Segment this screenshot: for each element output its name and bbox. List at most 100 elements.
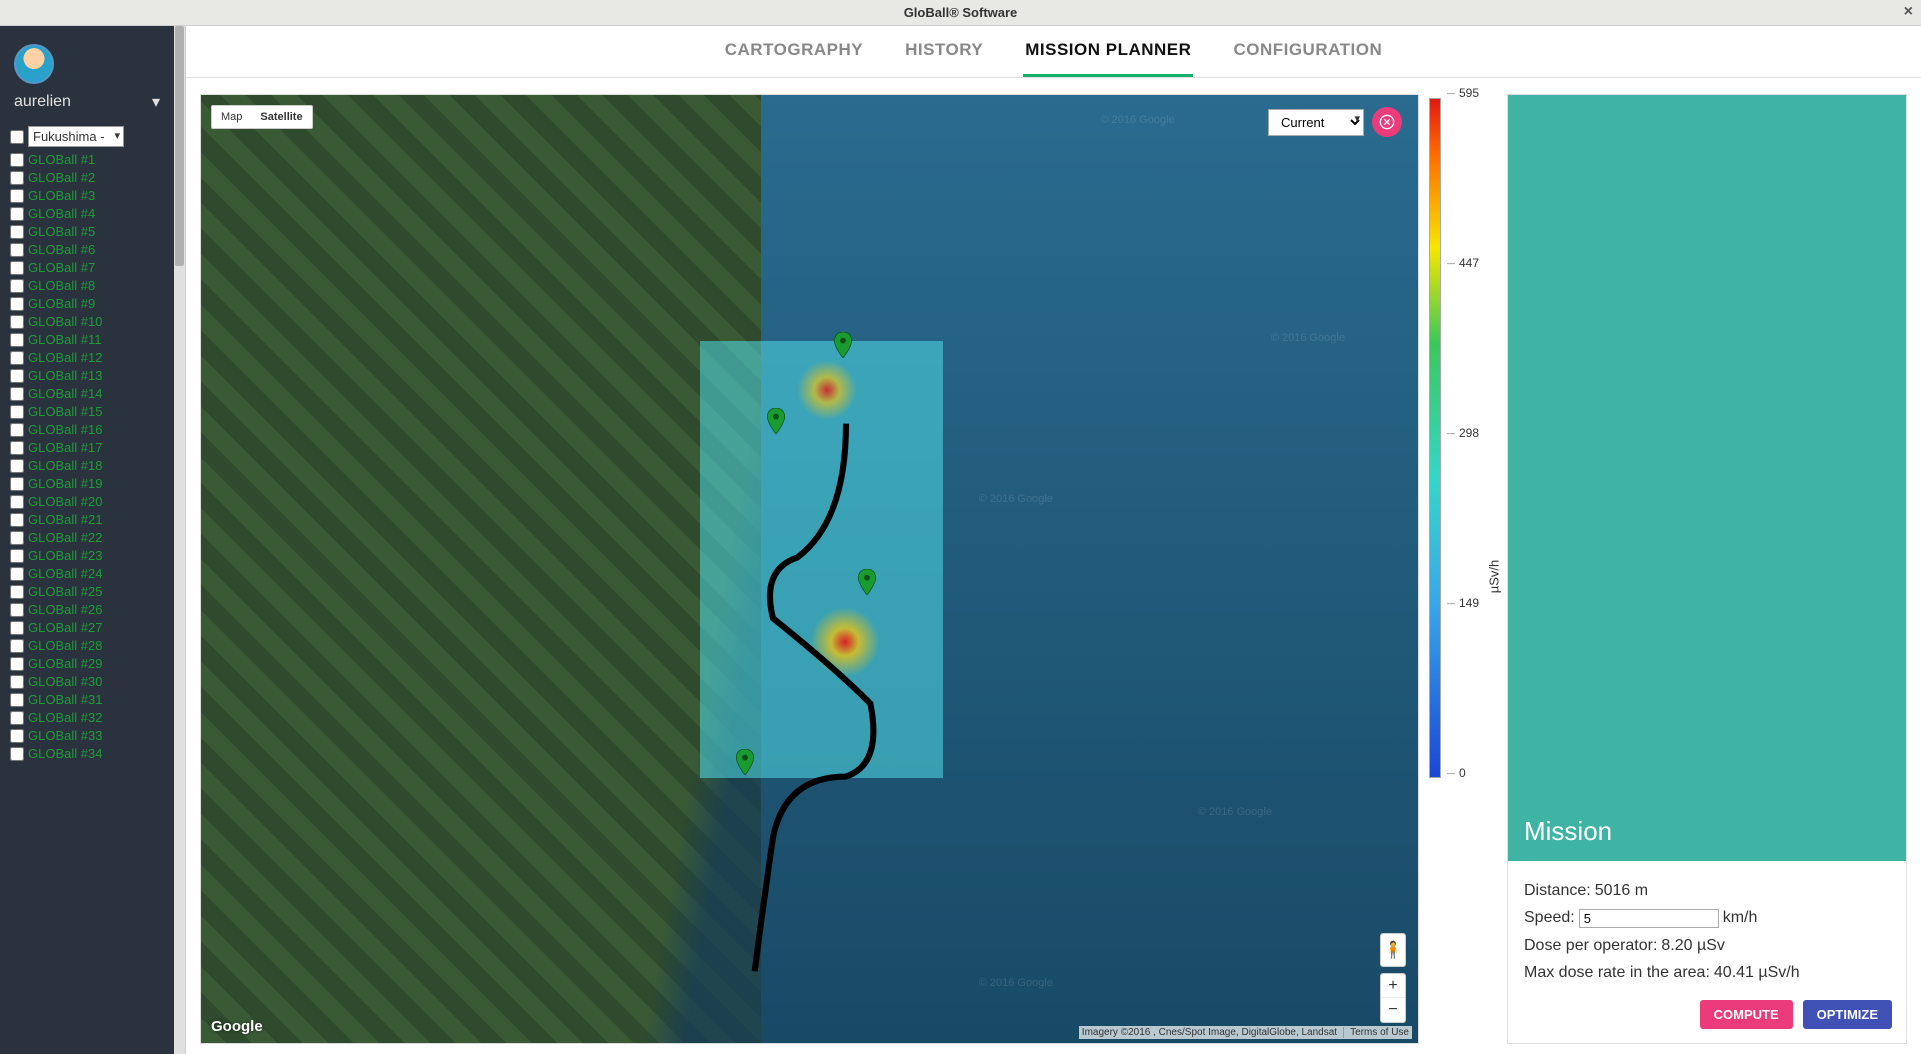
device-checkbox[interactable] — [10, 477, 24, 491]
device-item[interactable]: GLOBall #24 — [10, 565, 164, 583]
tab-history[interactable]: HISTORY — [903, 40, 985, 77]
window-close-button[interactable]: × — [1904, 3, 1913, 21]
device-checkbox[interactable] — [10, 513, 24, 527]
device-checkbox[interactable] — [10, 207, 24, 221]
device-checkbox[interactable] — [10, 333, 24, 347]
device-item[interactable]: GLOBall #2 — [10, 169, 164, 187]
site-select[interactable]: Fukushima - — [28, 126, 124, 147]
device-checkbox[interactable] — [10, 495, 24, 509]
zoom-out-button[interactable]: − — [1381, 998, 1405, 1022]
device-item[interactable]: GLOBall #1 — [10, 151, 164, 169]
device-checkbox[interactable] — [10, 567, 24, 581]
device-item[interactable]: GLOBall #3 — [10, 187, 164, 205]
device-checkbox[interactable] — [10, 639, 24, 653]
device-checkbox[interactable] — [10, 657, 24, 671]
device-checkbox[interactable] — [10, 171, 24, 185]
device-checkbox[interactable] — [10, 729, 24, 743]
device-item[interactable]: GLOBall #20 — [10, 493, 164, 511]
mission-dose: Dose per operator: 8.20 µSv — [1524, 932, 1890, 959]
device-item[interactable]: GLOBall #7 — [10, 259, 164, 277]
compute-button[interactable]: COMPUTE — [1700, 1000, 1793, 1029]
device-item[interactable]: GLOBall #23 — [10, 547, 164, 565]
device-item[interactable]: GLOBall #5 — [10, 223, 164, 241]
device-item[interactable]: GLOBall #29 — [10, 655, 164, 673]
device-item[interactable]: GLOBall #6 — [10, 241, 164, 259]
map-waypoint-pin[interactable] — [834, 332, 852, 358]
device-item[interactable]: GLOBall #26 — [10, 601, 164, 619]
device-item[interactable]: GLOBall #15 — [10, 403, 164, 421]
map-waypoint-pin[interactable] — [736, 749, 754, 775]
device-checkbox[interactable] — [10, 441, 24, 455]
device-item[interactable]: GLOBall #34 — [10, 745, 164, 763]
tab-configuration[interactable]: CONFIGURATION — [1231, 40, 1384, 77]
device-item[interactable]: GLOBall #11 — [10, 331, 164, 349]
map-waypoint-pin[interactable] — [767, 408, 785, 434]
device-item[interactable]: GLOBall #27 — [10, 619, 164, 637]
mission-banner: Mission — [1508, 95, 1906, 861]
device-checkbox[interactable] — [10, 531, 24, 545]
device-item[interactable]: GLOBall #8 — [10, 277, 164, 295]
device-item[interactable]: GLOBall #30 — [10, 673, 164, 691]
site-filter-checkbox[interactable] — [10, 130, 24, 144]
device-item[interactable]: GLOBall #13 — [10, 367, 164, 385]
map-type-map[interactable]: Map — [212, 106, 251, 128]
user-menu[interactable]: aurelien ▾ — [14, 92, 160, 112]
device-checkbox[interactable] — [10, 459, 24, 473]
device-checkbox[interactable] — [10, 693, 24, 707]
device-label: GLOBall #31 — [28, 691, 102, 709]
device-item[interactable]: GLOBall #31 — [10, 691, 164, 709]
device-checkbox[interactable] — [10, 423, 24, 437]
scrollbar-thumb[interactable] — [175, 26, 184, 266]
device-checkbox[interactable] — [10, 243, 24, 257]
device-checkbox[interactable] — [10, 621, 24, 635]
device-checkbox[interactable] — [10, 603, 24, 617]
map-type-satellite[interactable]: Satellite — [251, 106, 311, 128]
device-item[interactable]: GLOBall #25 — [10, 583, 164, 601]
device-checkbox[interactable] — [10, 261, 24, 275]
device-checkbox[interactable] — [10, 387, 24, 401]
device-checkbox[interactable] — [10, 585, 24, 599]
device-checkbox[interactable] — [10, 405, 24, 419]
device-checkbox[interactable] — [10, 369, 24, 383]
optimize-button[interactable]: OPTIMIZE — [1803, 1000, 1892, 1029]
streetview-pegman[interactable]: 🧍 — [1380, 933, 1406, 967]
user-avatar[interactable] — [14, 44, 54, 84]
device-checkbox[interactable] — [10, 279, 24, 293]
tab-cartography[interactable]: CARTOGRAPHY — [723, 40, 865, 77]
device-item[interactable]: GLOBall #18 — [10, 457, 164, 475]
device-item[interactable]: GLOBall #9 — [10, 295, 164, 313]
speed-input[interactable] — [1579, 909, 1719, 928]
terms-link[interactable]: Terms of Use — [1343, 1027, 1409, 1038]
device-checkbox[interactable] — [10, 549, 24, 563]
device-item[interactable]: GLOBall #17 — [10, 439, 164, 457]
clear-route-button[interactable] — [1372, 107, 1402, 137]
device-item[interactable]: GLOBall #4 — [10, 205, 164, 223]
device-checkbox[interactable] — [10, 189, 24, 203]
device-item[interactable]: GLOBall #32 — [10, 709, 164, 727]
device-checkbox[interactable] — [10, 315, 24, 329]
window-titlebar: GloBall® Software × — [0, 0, 1921, 26]
map-waypoint-pin[interactable] — [858, 569, 876, 595]
device-item[interactable]: GLOBall #22 — [10, 529, 164, 547]
device-checkbox[interactable] — [10, 351, 24, 365]
device-item[interactable]: GLOBall #19 — [10, 475, 164, 493]
device-checkbox[interactable] — [10, 747, 24, 761]
layer-select[interactable]: Current — [1268, 109, 1364, 136]
device-checkbox[interactable] — [10, 675, 24, 689]
device-item[interactable]: GLOBall #10 — [10, 313, 164, 331]
device-item[interactable]: GLOBall #21 — [10, 511, 164, 529]
device-item[interactable]: GLOBall #28 — [10, 637, 164, 655]
device-checkbox[interactable] — [10, 711, 24, 725]
device-checkbox[interactable] — [10, 225, 24, 239]
zoom-in-button[interactable]: + — [1381, 974, 1405, 998]
device-label: GLOBall #33 — [28, 727, 102, 745]
sidebar-scrollbar[interactable] — [174, 26, 186, 1054]
tab-mission-planner[interactable]: MISSION PLANNER — [1023, 40, 1193, 77]
device-checkbox[interactable] — [10, 297, 24, 311]
device-item[interactable]: GLOBall #14 — [10, 385, 164, 403]
map-canvas[interactable]: © 2016 Google © 2016 Google © 2016 Googl… — [200, 94, 1419, 1044]
device-item[interactable]: GLOBall #33 — [10, 727, 164, 745]
device-checkbox[interactable] — [10, 153, 24, 167]
device-item[interactable]: GLOBall #12 — [10, 349, 164, 367]
device-item[interactable]: GLOBall #16 — [10, 421, 164, 439]
